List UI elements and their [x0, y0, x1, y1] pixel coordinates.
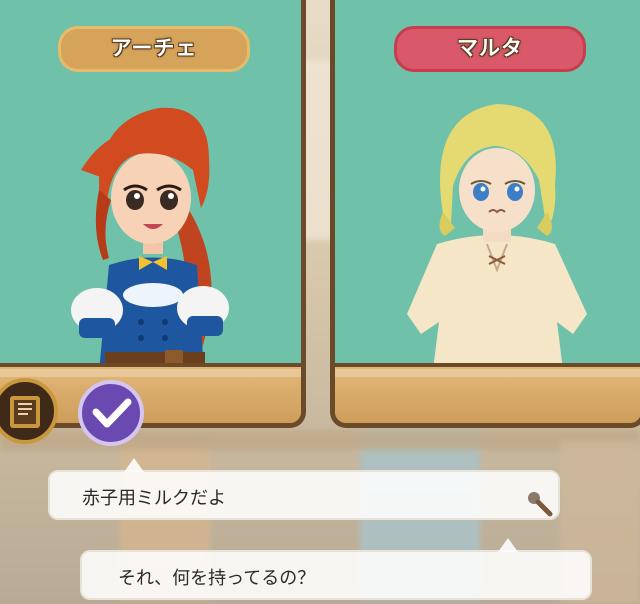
npc-dialogue-bubble: それ、何を持ってるの？ — [80, 538, 592, 600]
player-dialogue-text: 赤子用ミルクだよ — [82, 488, 226, 509]
diary-button[interactable] — [0, 378, 58, 444]
npc-dialogue-text: それ、何を持ってるの？ — [118, 568, 316, 589]
character-portrait-marta — [407, 104, 587, 370]
player-dialogue-bubble: 赤子用ミルクだよ — [48, 458, 560, 520]
character-name-tag-left: アーチェ — [58, 26, 250, 72]
character-name-tag-right: マルタ — [394, 26, 586, 72]
character-portrait-arche — [71, 107, 229, 372]
diary-icon — [10, 396, 40, 428]
checkmark-icon — [92, 398, 132, 428]
pin-icon — [528, 492, 553, 517]
panel-floor — [335, 363, 640, 423]
give-item-button[interactable] — [78, 380, 144, 446]
